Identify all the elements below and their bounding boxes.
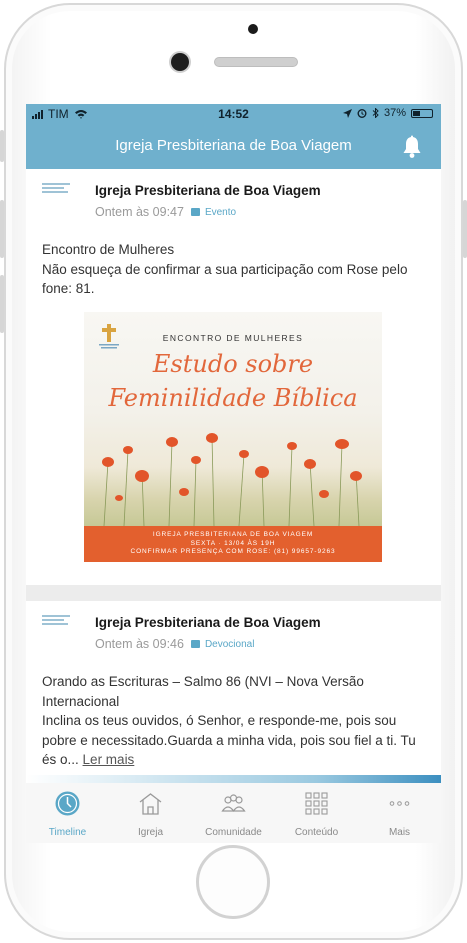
app-header: Igreja Presbiteriana de Boa Viagem: [26, 124, 441, 169]
tab-conteudo[interactable]: Conteúdo: [275, 783, 358, 843]
post-image[interactable]: ENCONTRO DE MULHERES Estudo sobre Femini…: [84, 312, 382, 562]
post-text-line: Encontro de Mulheres: [42, 242, 175, 257]
poster-footer: IGREJA PRESBITERIANA DE BOA VIAGEM SEXTA…: [84, 526, 382, 562]
status-bar: TIM 14:52 37%: [26, 104, 441, 124]
church-logo-icon: [42, 183, 72, 195]
post-tag[interactable]: Devocional: [205, 639, 254, 650]
tab-label: Timeline: [48, 827, 87, 838]
tab-label: Igreja: [137, 827, 163, 838]
post-time: Ontem às 09:46: [95, 637, 184, 651]
app-screen: TIM 14:52 37% Igreja Presbiteriana de Bo…: [26, 104, 441, 843]
post-author[interactable]: Igreja Presbiteriana de Boa Viagem: [95, 615, 321, 630]
earpiece-speaker: [214, 57, 298, 67]
tab-comunidade[interactable]: Comunidade: [192, 783, 275, 843]
battery-icon: [411, 108, 433, 118]
poppy-field-illustration: [102, 433, 362, 526]
church-logo-icon: [42, 615, 72, 627]
tab-mais[interactable]: Mais: [358, 783, 441, 843]
post-author[interactable]: Igreja Presbiteriana de Boa Viagem: [95, 183, 321, 198]
location-arrow-icon: [342, 108, 352, 118]
folder-icon: [190, 640, 200, 648]
notification-bell-icon[interactable]: [401, 135, 423, 159]
mute-switch: [0, 130, 4, 162]
clock-icon: [55, 791, 80, 816]
tab-timeline[interactable]: Timeline: [26, 783, 109, 843]
battery-percent: 37%: [383, 107, 406, 119]
front-camera: [171, 53, 189, 71]
post-text-line: Orando as Escrituras – Salmo 86 (NVI – N…: [42, 674, 364, 709]
bottom-tab-bar: Timeline Igreja Comunidade Conteúdo Mais: [26, 775, 441, 843]
post-tag[interactable]: Evento: [205, 207, 236, 218]
tabbar-divider: [26, 775, 441, 783]
read-more-link[interactable]: Ler mais: [83, 752, 135, 767]
post-text: Encontro de Mulheres Não esqueça de conf…: [42, 240, 429, 299]
alarm-icon: [357, 109, 367, 118]
post-text-line: Não esqueça de confirmar a sua participa…: [42, 261, 408, 297]
tab-label: Mais: [388, 827, 411, 838]
power-button: [463, 200, 467, 258]
church-icon: [139, 793, 162, 815]
people-icon: [221, 794, 246, 813]
poster-footer-line: SEXTA · 13/04 ÀS 19H: [190, 539, 276, 547]
volume-up-button: [0, 200, 4, 258]
page-title: Igreja Presbiteriana de Boa Viagem: [115, 137, 352, 154]
poster-footer-line: IGREJA PRESBITERIANA DE BOA VIAGEM: [152, 531, 314, 538]
poster-title-line: Estudo sobre: [152, 350, 314, 378]
tab-label: Conteúdo: [294, 827, 339, 838]
proximity-sensor: [248, 24, 258, 34]
poster-footer-line: CONFIRMAR PRESENÇA COM ROSE: (81) 99657-…: [130, 548, 336, 555]
bluetooth-icon: [372, 108, 379, 118]
tab-igreja[interactable]: Igreja: [109, 783, 192, 843]
post-card[interactable]: Igreja Presbiteriana de Boa Viagem Ontem…: [26, 169, 441, 585]
post-card[interactable]: Igreja Presbiteriana de Boa Viagem Ontem…: [26, 601, 441, 783]
more-dots-icon: [389, 801, 410, 806]
folder-icon: [190, 208, 200, 216]
post-text: Orando as Escrituras – Salmo 86 (NVI – N…: [42, 672, 429, 770]
tab-label: Comunidade: [205, 827, 262, 838]
timeline-feed[interactable]: Igreja Presbiteriana de Boa Viagem Ontem…: [26, 169, 441, 783]
grid-icon: [305, 792, 328, 815]
volume-down-button: [0, 275, 4, 333]
post-time: Ontem às 09:47: [95, 205, 184, 219]
home-button[interactable]: [196, 845, 270, 919]
poster-title-line: Feminilidade Bíblica: [108, 384, 358, 412]
poster-heading: ENCONTRO DE MULHERES: [162, 333, 304, 343]
